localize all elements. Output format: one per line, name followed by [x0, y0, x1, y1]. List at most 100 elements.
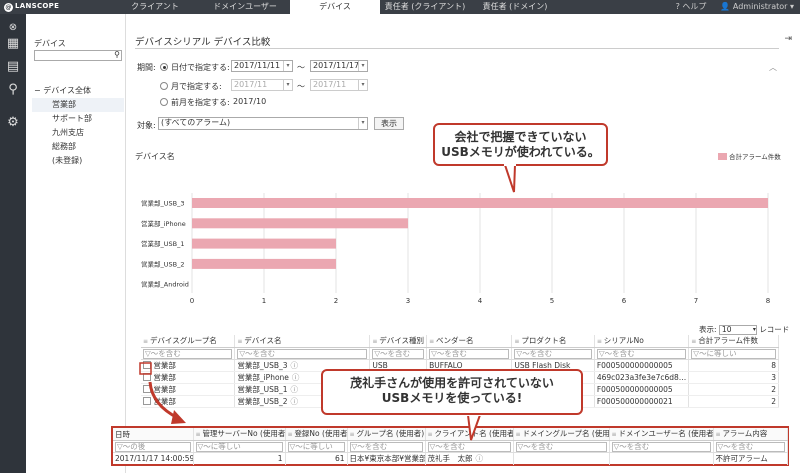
date-to-dropdown-icon[interactable]: ▾	[358, 61, 367, 71]
tree-item-3[interactable]: 総務部	[32, 140, 124, 154]
device-cell: 3	[688, 371, 779, 384]
detail-filter-cell: ▽〜を含む	[713, 440, 788, 453]
callout-bottom-line2: USBメモリを使っている!	[381, 391, 523, 405]
user-menu[interactable]: 👤 Administrator ▾	[720, 0, 794, 14]
collapse-icon[interactable]: ⊗	[5, 20, 21, 36]
page-title: デバイスシリアル デバイス比較	[135, 37, 271, 48]
detail-col-header[interactable]: ≡ ドメイングループ名 (使用者)	[513, 428, 610, 441]
tree-search-input[interactable]: ⚲	[34, 50, 122, 61]
top-tab-2[interactable]: デバイス	[290, 0, 380, 14]
device-filter-input[interactable]: ▽〜を含む	[429, 348, 510, 359]
device-col-header[interactable]: ≡ シリアルNo	[594, 335, 690, 348]
device-col-header[interactable]: ≡ プロダクト名	[511, 335, 595, 348]
search-icon[interactable]: ⚲	[5, 82, 21, 98]
top-tab-1[interactable]: ドメインユーザー	[200, 0, 290, 14]
target-select[interactable]: (すべてのアラーム) ▾	[158, 117, 368, 130]
col-handle-icon: ≡	[143, 338, 150, 345]
collapse-up-icon[interactable]: ︿	[769, 62, 777, 73]
month-to-field[interactable]: 2017/11 ▾	[310, 79, 368, 91]
prev-month-option[interactable]: 前月を指定する:	[160, 97, 230, 108]
device-cell: 営業部	[141, 359, 236, 372]
device-col-header[interactable]: ≡ デバイス種別	[369, 335, 428, 348]
date-to-field[interactable]: 2017/11/17 ▾	[310, 60, 368, 72]
report-icon[interactable]: ▤	[5, 59, 21, 75]
tree-item-2[interactable]: 九州支店	[32, 126, 124, 140]
callout-bottom-line1: 茂礼手さんが使用を許可されていない	[350, 376, 554, 390]
device-filter-input[interactable]: ▽〜を含む	[237, 348, 368, 359]
date-from-value: 2017/11/11	[234, 61, 281, 70]
info-icon[interactable]: ⓘ	[292, 373, 300, 382]
tree-item-1[interactable]: サポート部	[32, 112, 124, 126]
detail-filter-input[interactable]: ▽〜を含む	[715, 441, 785, 452]
detail-col-header[interactable]: 日時	[113, 428, 194, 441]
device-filter-input[interactable]: ▽〜を含む	[372, 348, 425, 359]
detail-cell-text: 茂礼手 太郎	[427, 454, 473, 464]
by-month-radio[interactable]	[160, 82, 168, 90]
device-cell-text: 営業部_USB_2	[237, 397, 288, 406]
date-from-field[interactable]: 2017/11/11 ▾	[231, 60, 293, 72]
detail-col-header[interactable]: ≡ 管理サーバーNo (使用者)	[193, 428, 286, 441]
tilde-2: 〜	[297, 82, 305, 91]
pager-select[interactable]: 10 ▾	[718, 325, 757, 335]
tree-item-0[interactable]: 営業部	[32, 98, 124, 112]
detail-filter-input[interactable]: ▽〜の後	[115, 441, 191, 452]
device-cell: 469c023a3fe3e7c6d8…	[594, 371, 690, 384]
detail-filter-input[interactable]: ▽〜を含む	[427, 441, 511, 452]
tree-item-4[interactable]: (未登録)	[32, 154, 124, 168]
detail-col-header[interactable]: ≡ ドメインユーザー名 (使用者)	[609, 428, 714, 441]
detail-col-header[interactable]: ≡ アラーム内容	[713, 428, 788, 441]
device-col-header[interactable]: ≡ ベンダー名	[426, 335, 513, 348]
date-from-dropdown-icon[interactable]: ▾	[283, 61, 292, 71]
top-tab-4[interactable]: 責任者 (ドメイン)	[470, 0, 560, 14]
device-filter-input[interactable]: ▽〜に等しい	[691, 348, 776, 359]
info-icon[interactable]: ⓘ	[291, 361, 299, 370]
month-from-field[interactable]: 2017/11 ▾	[231, 79, 293, 91]
device-col-header[interactable]: ≡ デバイス名	[234, 335, 371, 348]
row-checkbox[interactable]	[143, 385, 151, 393]
device-cell-text: 3	[771, 373, 776, 382]
month-to-dropdown-icon[interactable]: ▾	[358, 80, 367, 90]
device-col-header[interactable]: ≡ デバイスグループ名	[141, 335, 236, 348]
top-tab-0[interactable]: クライアント	[110, 0, 200, 14]
tree-root[interactable]: − デバイス全体	[32, 84, 124, 98]
export-icon[interactable]: ⇥	[784, 34, 792, 44]
device-col-header[interactable]: ≡ 合計アラーム件数	[688, 335, 779, 348]
by-date-option[interactable]: 日付で指定する:	[160, 62, 230, 73]
detail-filter-input[interactable]: ▽〜に等しい	[287, 441, 345, 452]
table-row[interactable]: 2017/11/17 14:00:59 1 61 日本¥東京本部¥営業部 茂礼手 太郎 ⓘ…	[113, 452, 788, 465]
tree-collapse-icon[interactable]: −	[34, 86, 41, 95]
info-icon[interactable]: ⓘ	[291, 397, 299, 406]
device-table-header: ≡ デバイスグループ名 ≡ デバイス名 ≡ デバイス種別 ≡ ベンダー名 ≡ プロダクト…	[141, 335, 779, 348]
show-button[interactable]: 表示	[374, 117, 404, 130]
detail-col-header[interactable]: ≡ 登録No (使用者)	[285, 428, 348, 441]
device-filter-input[interactable]: ▽〜を含む	[143, 348, 233, 359]
pager-dropdown-icon[interactable]: ▾	[753, 326, 756, 334]
calendar-icon[interactable]: ▦	[5, 36, 21, 52]
period-label: 期間:	[137, 63, 156, 72]
pager-value: 10	[721, 325, 732, 334]
top-tab-3[interactable]: 責任者 (クライアント)	[380, 0, 470, 14]
device-filter-input[interactable]: ▽〜を含む	[514, 348, 592, 359]
row-checkbox[interactable]	[143, 361, 151, 369]
by-date-radio[interactable]	[160, 63, 168, 71]
detail-col-header[interactable]: ≡ クライアント名 (使用者)	[425, 428, 514, 441]
by-month-option[interactable]: 月で指定する:	[160, 81, 222, 92]
row-checkbox[interactable]	[143, 373, 151, 381]
info-icon[interactable]: ⓘ	[291, 385, 299, 394]
detail-cell: 61	[285, 452, 348, 465]
detail-col-header-label: 管理サーバーNo (使用者)	[202, 429, 285, 438]
prev-month-radio[interactable]	[160, 98, 168, 106]
info-icon[interactable]: ⓘ	[476, 454, 484, 463]
device-filter-input[interactable]: ▽〜を含む	[596, 348, 687, 359]
detail-col-header[interactable]: ≡ グループ名 (使用者)	[347, 428, 426, 441]
month-from-dropdown-icon[interactable]: ▾	[283, 80, 292, 90]
detail-filter-input[interactable]: ▽〜を含む	[515, 441, 607, 452]
target-dropdown-icon[interactable]: ▾	[358, 118, 367, 129]
help-link[interactable]: ? ヘルプ	[676, 0, 707, 14]
tree-search-icon[interactable]: ⚲	[114, 50, 120, 59]
detail-filter-input[interactable]: ▽〜を含む	[349, 441, 423, 452]
detail-filter-input[interactable]: ▽〜を含む	[611, 441, 711, 452]
detail-filter-input[interactable]: ▽〜に等しい	[195, 441, 283, 452]
row-checkbox[interactable]	[143, 397, 151, 405]
gear-icon[interactable]: ⚙	[5, 115, 21, 131]
